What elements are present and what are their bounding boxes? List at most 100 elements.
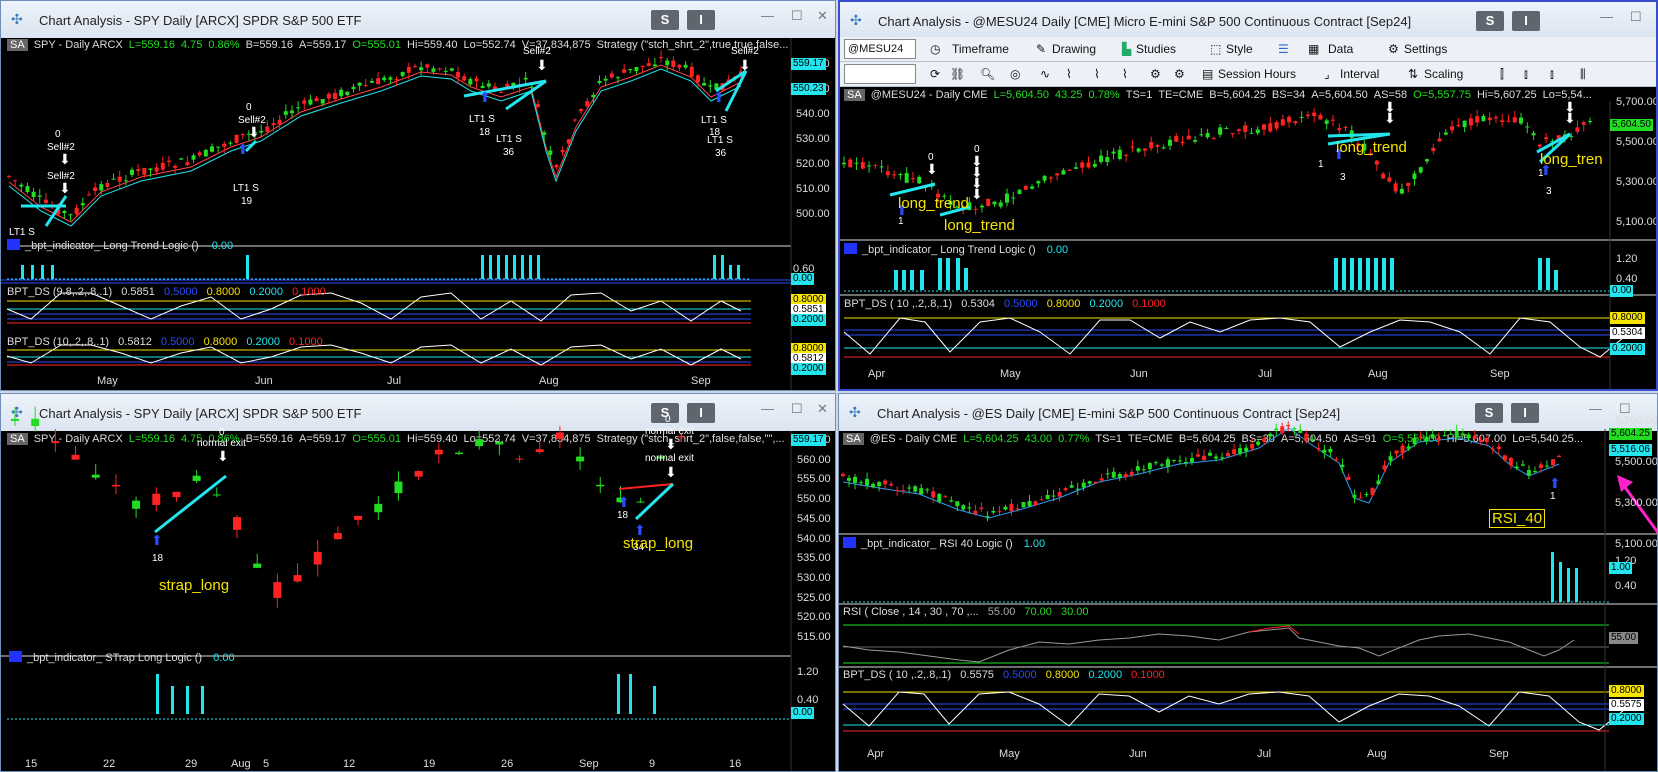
price-candle xyxy=(1500,120,1505,122)
price-candle xyxy=(1519,117,1524,124)
price-candle xyxy=(1280,119,1285,126)
price-candle xyxy=(314,97,319,102)
day-label: 22 xyxy=(103,758,116,770)
price-candle xyxy=(1538,464,1543,468)
price-candle xyxy=(596,484,605,487)
signal-0-label: 0 xyxy=(665,414,671,425)
price-candle xyxy=(1299,116,1304,118)
price-candle xyxy=(895,490,900,492)
up-arrow-icon: ⬆ xyxy=(713,89,725,105)
price-candle xyxy=(967,507,972,509)
last-price-tag: 5,604.25 xyxy=(1609,428,1652,440)
entry-count: 36 xyxy=(715,148,727,159)
ma-price-tag: 5,516.06 xyxy=(1609,444,1652,456)
indicator-axis-label: 0.40 xyxy=(1616,273,1638,285)
price-candle xyxy=(74,207,79,215)
price-candle xyxy=(1387,177,1392,182)
month-label: Jul xyxy=(1257,748,1272,760)
price-candle xyxy=(1443,132,1448,135)
price-candle xyxy=(640,65,645,67)
tag-white: 0.5304 xyxy=(1610,327,1645,339)
month-label: Jul xyxy=(387,375,402,387)
price-axis-label: 500.00 xyxy=(796,208,830,220)
indicator-bar xyxy=(713,255,716,279)
indicator-bar xyxy=(537,255,540,279)
price-candle xyxy=(271,123,276,126)
indicator-bar xyxy=(31,265,34,279)
price-candle xyxy=(1130,146,1135,148)
indicator-bar xyxy=(946,258,950,290)
indicator-bar xyxy=(21,265,24,279)
price-candle xyxy=(892,174,897,176)
price-candle xyxy=(1136,148,1141,152)
price-candle xyxy=(1177,460,1182,462)
price-candle xyxy=(1174,136,1179,142)
entry-count: 3 xyxy=(1340,172,1346,183)
price-candle xyxy=(979,507,984,510)
price-candle xyxy=(860,162,865,169)
price-candle xyxy=(1557,455,1561,458)
price-candle xyxy=(111,484,120,487)
price-candle xyxy=(1039,499,1044,501)
price-candle xyxy=(871,483,876,488)
price-candle xyxy=(1430,434,1435,439)
price-candle xyxy=(1099,478,1104,481)
indicator-bar xyxy=(171,686,174,714)
chart-window-es-bottom[interactable]: ✣ Chart Analysis - @ES Daily [CME] E-min… xyxy=(838,393,1658,772)
price-chart[interactable] xyxy=(1,1,836,391)
price-chart[interactable] xyxy=(839,394,1658,772)
price-candle xyxy=(339,89,344,97)
price-candle xyxy=(1268,433,1273,437)
indicator-header-long-trend: _bpt_indicator_ Long Trend Logic () 0.00 xyxy=(844,243,1068,256)
price-axis-label: 530.00 xyxy=(796,133,830,145)
price-candle xyxy=(354,515,363,520)
price-candle xyxy=(910,178,915,180)
price-candle xyxy=(973,208,978,210)
price-candle xyxy=(1493,117,1498,119)
price-candle xyxy=(62,210,67,214)
indicator-bar xyxy=(1334,258,1338,290)
price-candle xyxy=(1394,450,1399,454)
indicator-value-tag: 0.00 xyxy=(791,273,815,285)
price-candle xyxy=(1412,173,1417,180)
indicator-bar xyxy=(1567,568,1570,602)
price-candle xyxy=(955,501,960,507)
indicator-bar xyxy=(729,265,732,279)
chart-window-spy-top[interactable]: ✣ Chart Analysis - SPY Daily [ARCX] SPDR… xyxy=(0,0,836,391)
price-candle xyxy=(877,482,882,487)
price-candle xyxy=(1055,173,1060,176)
indicator-bar xyxy=(1366,258,1370,290)
tag-cyan: 0.2000 xyxy=(1610,343,1645,355)
price-candle xyxy=(148,168,153,170)
price-candle xyxy=(1268,123,1273,132)
price-candle xyxy=(1051,495,1056,497)
price-candle xyxy=(265,126,270,132)
price-axis-label: 555.00 xyxy=(797,473,831,486)
price-candle xyxy=(1135,466,1140,471)
price-candle xyxy=(419,67,424,71)
price-candle xyxy=(1481,115,1486,122)
chart-window-mes-top[interactable]: ✣ Chart Analysis - @MESU24 Daily [CME] M… xyxy=(838,0,1658,391)
price-axis-label: 5,300.00 xyxy=(1616,176,1658,188)
price-candle xyxy=(585,101,590,107)
tag-cyan: 0.2000 xyxy=(1609,713,1644,725)
price-candle xyxy=(363,85,368,87)
price-candle xyxy=(1167,139,1172,146)
price-chart[interactable] xyxy=(1,394,836,772)
indicator-bar xyxy=(1342,258,1346,290)
price-candle xyxy=(1111,151,1116,154)
price-candle xyxy=(376,78,381,85)
indicator-bar xyxy=(1350,258,1354,290)
down-arrow-icon: ⬇ ⬇ xyxy=(1564,99,1576,126)
price-candle xyxy=(1224,128,1229,130)
price-candle xyxy=(566,139,571,144)
price-axis-label: 5,300.00 xyxy=(1615,497,1658,509)
price-candle xyxy=(973,510,978,515)
chart-window-spy-bottom[interactable]: ✣ Chart Analysis - SPY Daily [ARCX] SPDR… xyxy=(0,393,836,772)
price-candle xyxy=(1023,185,1028,190)
price-candle xyxy=(111,178,116,180)
last-price-tag: 559.17 xyxy=(791,434,826,446)
month-label: Apr xyxy=(867,748,885,760)
price-candle xyxy=(1318,114,1323,120)
price-candle xyxy=(1086,162,1091,168)
